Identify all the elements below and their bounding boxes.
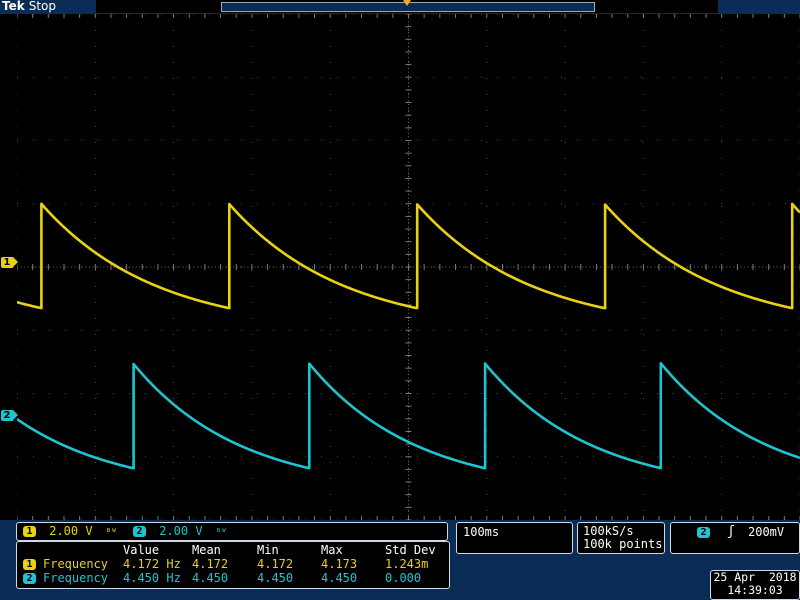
acquisition-state: Stop (28, 0, 56, 13)
ch1-readout[interactable]: 1 2.00 V ᴮᵂ (23, 524, 117, 538)
ch1-badge: 1 (23, 559, 36, 570)
col-header-max: Max (321, 543, 343, 557)
ch2-badge: 2 (133, 526, 146, 537)
meas1-std-dev: 1.243m (385, 557, 429, 571)
meas1-max: 4.173 (321, 557, 358, 571)
col-header-mean: Mean (192, 543, 221, 557)
col-header-std-dev: Std Dev (385, 543, 436, 557)
rising-edge-icon: ʃ (727, 524, 735, 539)
bandwidth-limit-icon: ᴮᵂ (215, 528, 227, 538)
waveform-display[interactable] (17, 14, 800, 520)
meas2-max: 4.450 (321, 571, 358, 585)
status-bar: Tek Stop (0, 0, 800, 14)
measurement-table[interactable]: Value Mean Min Max Std Dev 1 Frequency 4… (16, 541, 450, 589)
meas2-mean: 4.450 (192, 571, 229, 585)
bandwidth-limit-icon: ᴮᵂ (105, 528, 117, 538)
ch2-scale: 2.00 V (159, 524, 203, 538)
table-row: 2 (23, 571, 36, 585)
trigger-readout[interactable]: 2 ʃ 200mV (670, 522, 800, 554)
sample-rate: 100kS/s (583, 524, 634, 538)
trigger-level: 200mV (748, 525, 785, 539)
meas1-value: 4.172 Hz (123, 557, 181, 571)
ch2-ground-marker[interactable]: 2 (1, 410, 18, 421)
col-header-value: Value (123, 543, 160, 557)
channel-readout[interactable]: 1 2.00 V ᴮᵂ 2 2.00 V ᴮᵂ (16, 522, 448, 541)
ch2-readout[interactable]: 2 2.00 V ᴮᵂ (133, 524, 227, 538)
meas1-min: 4.172 (257, 557, 294, 571)
ch1-scale: 2.00 V (49, 524, 93, 538)
trigger-position-icon[interactable] (403, 0, 411, 6)
acquisition-status: Tek Stop (2, 0, 56, 13)
meas2-value: 4.450 Hz (123, 571, 181, 585)
acquisition-readout[interactable]: 100kS/s 100k points (577, 522, 665, 554)
timebase-scale: 100ms (463, 525, 500, 539)
meas2-name: Frequency (43, 571, 109, 585)
meas2-std-dev: 0.000 (385, 571, 422, 585)
ch1-ground-marker[interactable]: 1 (1, 257, 18, 268)
ch2-badge: 2 (697, 527, 710, 538)
col-header-min: Min (257, 543, 279, 557)
brand-label: Tek (2, 0, 25, 13)
ch1-badge: 1 (23, 526, 36, 537)
meas2-min: 4.450 (257, 571, 294, 585)
record-length: 100k points (583, 537, 663, 551)
trigger-source: 2 (697, 525, 710, 539)
table-row: 1 (23, 557, 36, 571)
datetime-readout: 25 Apr 2018 14:39:03 (710, 570, 800, 600)
meas1-mean: 4.172 (192, 557, 229, 571)
ch2-waveform (17, 362, 800, 470)
time-label: 14:39:03 (727, 583, 783, 597)
meas1-name: Frequency (43, 557, 109, 571)
timebase-readout[interactable]: 100ms (456, 522, 573, 554)
ch2-badge: 2 (23, 573, 36, 584)
